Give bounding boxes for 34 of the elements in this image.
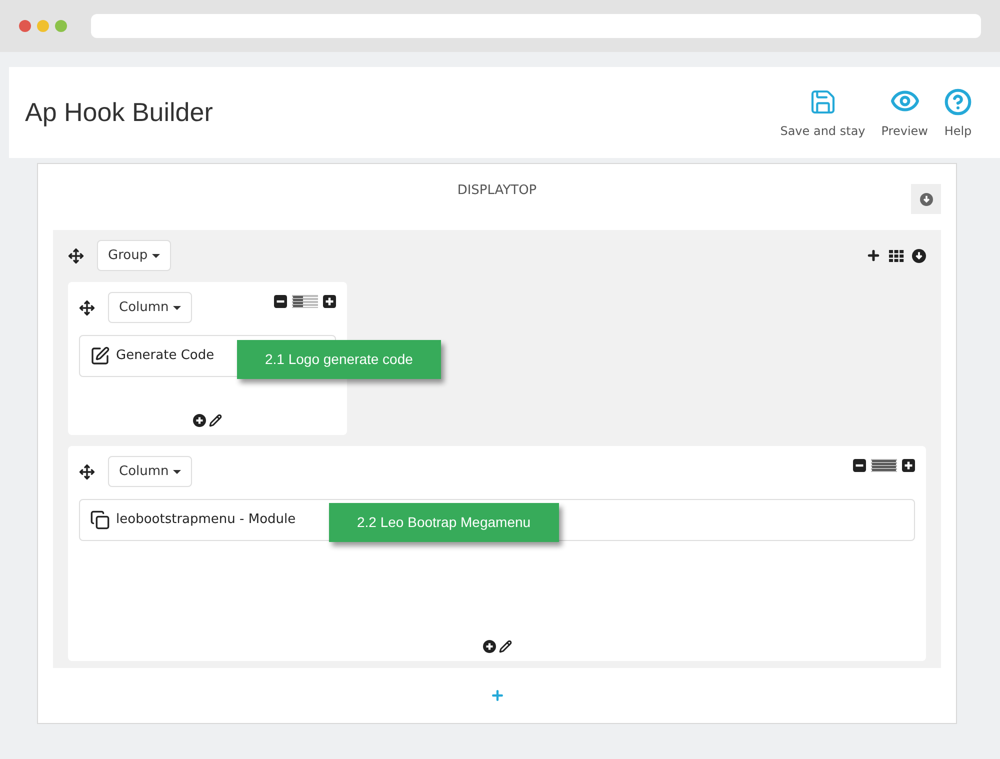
dropdown-button[interactable]: Column bbox=[108, 292, 192, 323]
shrink-icon[interactable] bbox=[274, 295, 287, 308]
move-icon[interactable] bbox=[68, 248, 84, 264]
toolbar-action[interactable]: Preview bbox=[881, 86, 928, 140]
callout-tooltip: 2.2 Leo Bootrap Megamenu bbox=[329, 503, 559, 542]
collapse-button[interactable] bbox=[911, 184, 941, 214]
download-icon[interactable] bbox=[912, 248, 926, 262]
edit-icon[interactable] bbox=[498, 640, 512, 653]
add-icon[interactable] bbox=[866, 248, 881, 263]
add-icon[interactable] bbox=[193, 414, 206, 427]
caret-icon bbox=[172, 470, 181, 474]
dropdown-button[interactable]: Column bbox=[108, 456, 192, 487]
column-width-track[interactable] bbox=[292, 295, 318, 308]
expand-icon[interactable] bbox=[902, 459, 915, 472]
toolbar-action[interactable]: Help bbox=[944, 88, 972, 140]
hook-title: DISPLAYTOP bbox=[457, 182, 537, 200]
dropdown-button[interactable]: Group bbox=[97, 240, 171, 271]
caret-icon bbox=[152, 254, 160, 258]
callout-tooltip: 2.1 Logo generate code bbox=[237, 340, 441, 379]
move-icon[interactable] bbox=[79, 300, 95, 316]
grid-icon[interactable] bbox=[889, 250, 904, 262]
caret-icon bbox=[172, 306, 181, 310]
edit-icon bbox=[90, 346, 110, 366]
page-title: Ap Hook Builder bbox=[25, 96, 213, 129]
toolbar-action[interactable]: Save and stay bbox=[780, 88, 866, 140]
module-icon bbox=[90, 510, 110, 530]
add-group-icon[interactable] bbox=[490, 688, 504, 703]
add-icon[interactable] bbox=[482, 640, 496, 653]
expand-icon[interactable] bbox=[323, 295, 336, 308]
help-icon bbox=[944, 88, 972, 116]
shrink-icon[interactable] bbox=[853, 459, 866, 472]
edit-icon[interactable] bbox=[209, 414, 222, 427]
move-icon[interactable] bbox=[79, 464, 95, 480]
save-icon bbox=[808, 88, 837, 116]
